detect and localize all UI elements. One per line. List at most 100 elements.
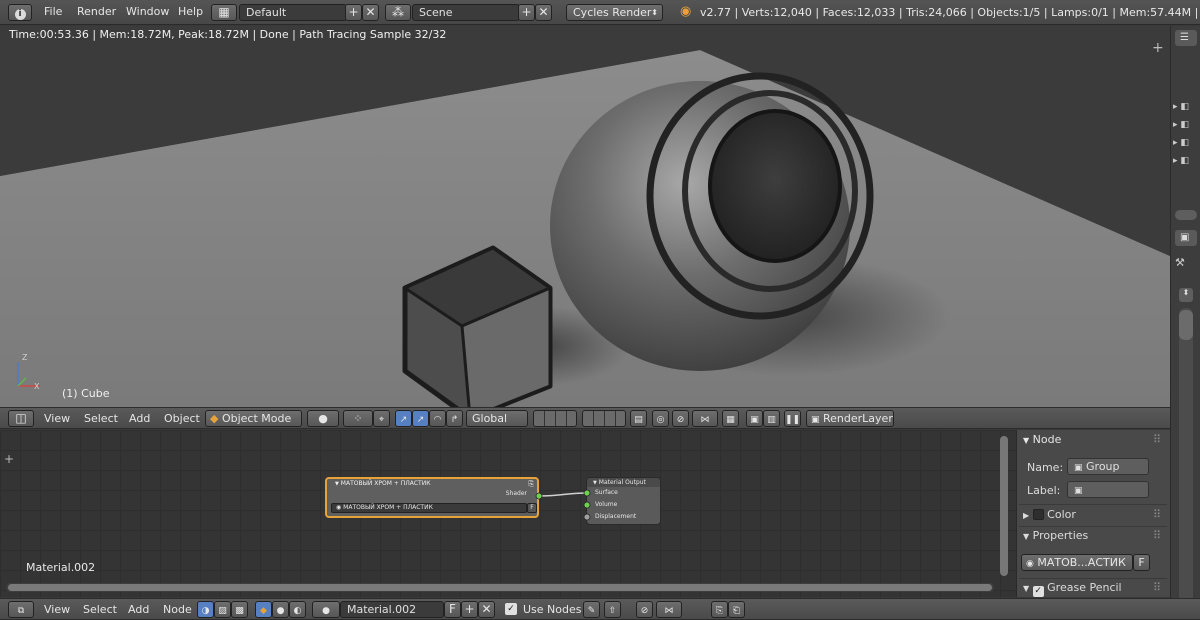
restrict-view-icon[interactable]: ▸ ◧ — [1173, 120, 1199, 138]
material-name-field[interactable]: Material.002 — [340, 601, 444, 618]
scale-manipulator-button[interactable]: ◠ — [429, 410, 446, 427]
node-editor-h-scrollbar[interactable] — [6, 583, 994, 592]
delete-scene-button[interactable]: ✕ — [535, 4, 552, 21]
mode-dropdown[interactable]: ◆ Object Mode — [205, 410, 302, 427]
menu-help[interactable]: Help — [178, 5, 203, 18]
panel-color-header[interactable]: ▶ Color ⠿ — [1023, 508, 1165, 526]
node-editor-canvas[interactable]: + ▼ МАТОВЫЙ ХРОМ + ПЛАСТИК ⎘ Shader ◉ МА… — [0, 430, 1016, 597]
transform-orientation-dropdown[interactable]: Global — [466, 410, 528, 427]
delete-screen-button[interactable]: ✕ — [362, 4, 379, 21]
world-shader-button[interactable]: ● — [272, 601, 289, 618]
editor-type-node-button[interactable]: ⧉ — [8, 601, 34, 618]
parent-node-tree-button[interactable]: ⇧ — [604, 601, 621, 618]
use-nodes-checkbox[interactable]: ✓ — [505, 603, 517, 615]
object-shader-button[interactable]: ◆ — [255, 601, 272, 618]
drag-handle-icon[interactable]: ⠿ — [1153, 508, 1161, 521]
pin-button[interactable]: ✎ — [583, 601, 600, 618]
snap-element-dropdown[interactable]: ⋈ — [656, 601, 682, 618]
editor-type-info-button[interactable]: i — [8, 4, 32, 21]
paste-nodes-button[interactable]: ⎗ — [728, 601, 745, 618]
add-screen-button[interactable]: + — [345, 4, 362, 21]
editor-type-3dview-button[interactable]: ◫ — [8, 410, 34, 427]
node-menu-node[interactable]: Node — [163, 603, 192, 616]
scroll-up-down-button[interactable]: ⬍ — [1179, 288, 1193, 302]
render-layer-icon: ▣ — [811, 415, 820, 425]
material-browse-button[interactable]: ● — [312, 601, 340, 618]
properties-fake-user-button[interactable]: F — [1133, 554, 1150, 571]
shader-nodes-button[interactable]: ◑ — [197, 601, 214, 618]
node-tree-icon: ◉ — [1026, 559, 1034, 569]
menu-file[interactable]: File — [44, 5, 62, 18]
compositing-nodes-button[interactable]: ▨ — [214, 601, 231, 618]
arrow-up-icon: ⇧ — [608, 606, 617, 616]
panel-color-title: Color — [1047, 508, 1076, 521]
pivot-point-dropdown[interactable]: ⁘ — [343, 410, 373, 427]
rotate-manipulator-button[interactable]: ↗ — [412, 410, 429, 427]
panel-node-header[interactable]: ▼ Node ⠿ — [1023, 433, 1165, 453]
restrict-view-icon[interactable]: ▸ ◧ — [1173, 102, 1199, 120]
group-datablock-dropdown[interactable]: ◉ МАТОВ...АСТИК — [1021, 554, 1133, 571]
scene-field[interactable]: Scene — [412, 4, 520, 21]
render-engine-dropdown[interactable]: Cycles Render ⬍ — [566, 4, 663, 21]
3d-menu-add[interactable]: Add — [129, 412, 150, 425]
transform-orientation-icon[interactable]: ↱ — [446, 410, 463, 427]
snap-target-button[interactable]: ▦ — [722, 410, 739, 427]
opengl-render-button[interactable]: ▣ — [746, 410, 763, 427]
screen-layout-icon-button[interactable]: ▦ — [211, 4, 237, 21]
viewport-shading-dropdown[interactable]: ● — [307, 410, 339, 427]
3d-viewport-render[interactable]: Time:00:53.36 | Mem:18.72M, Peak:18.72M … — [0, 26, 1170, 407]
right-side-strip: ☰ ▸ ◧ ▸ ◧ ▸ ◧ ▸ ◧ ▣ ⚒ ⬍ — [1170, 26, 1200, 616]
panel-grease-pencil-header[interactable]: ▼ ✓ Grease Pencil ⠿ — [1023, 581, 1165, 599]
layer-buttons-group-1[interactable] — [533, 410, 577, 427]
pause-render-button[interactable]: ❚❚ — [784, 410, 801, 427]
wrench-icon[interactable]: ⚒ — [1175, 256, 1185, 269]
restrict-view-icon[interactable]: ▸ ◧ — [1173, 156, 1199, 174]
proportional-edit-button[interactable]: ◎ — [652, 410, 669, 427]
node-editor-v-scrollbar[interactable] — [1000, 436, 1008, 576]
drag-handle-icon[interactable]: ⠿ — [1153, 529, 1161, 542]
add-scene-button[interactable]: + — [518, 4, 535, 21]
menu-render[interactable]: Render — [77, 5, 116, 18]
scene-icon: ⁂ — [392, 5, 404, 19]
node-menu-view[interactable]: View — [44, 603, 70, 616]
menu-window[interactable]: Window — [126, 5, 169, 18]
manipulator-toggle[interactable]: ⌖ — [373, 410, 390, 427]
new-material-button[interactable]: + — [461, 601, 478, 618]
node-menu-select[interactable]: Select — [83, 603, 117, 616]
layer-buttons-group-2[interactable] — [582, 410, 626, 427]
color-checkbox[interactable] — [1032, 509, 1044, 520]
restrict-view-icon[interactable]: ▸ ◧ — [1173, 138, 1199, 156]
outliner-scrollbar[interactable] — [1175, 210, 1197, 220]
snap-element-dropdown[interactable]: ⋈ — [692, 410, 718, 427]
node-label-field[interactable]: ▣ — [1067, 481, 1149, 498]
layers-icon: ▤ — [634, 415, 643, 425]
region-toggle-plus-icon[interactable]: + — [1152, 40, 1164, 56]
linestyle-shader-button[interactable]: ◐ — [289, 601, 306, 618]
properties-editor-button[interactable]: ▣ — [1175, 230, 1197, 246]
properties-scrollbar[interactable] — [1179, 308, 1193, 608]
copy-nodes-button[interactable]: ⎘ — [711, 601, 728, 618]
render-layer-field[interactable]: ▣ RenderLayer — [806, 410, 894, 427]
translate-manipulator-button[interactable]: ↗ — [395, 410, 412, 427]
node-menu-add[interactable]: Add — [128, 603, 149, 616]
unlink-material-button[interactable]: ✕ — [478, 601, 495, 618]
3d-menu-view[interactable]: View — [44, 412, 70, 425]
outliner-editor-button[interactable]: ☰ — [1175, 30, 1197, 46]
drag-handle-icon[interactable]: ⠿ — [1153, 433, 1161, 446]
3d-menu-select[interactable]: Select — [84, 412, 118, 425]
screen-layout-field[interactable]: Default — [239, 4, 347, 21]
scene-icon-button[interactable]: ⁂ — [385, 4, 411, 21]
scrollbar-thumb[interactable] — [8, 584, 992, 591]
texture-nodes-button[interactable]: ▩ — [231, 601, 248, 618]
3d-menu-object[interactable]: Object — [164, 412, 200, 425]
material-fake-user-button[interactable]: F — [444, 601, 461, 618]
scrollbar-thumb[interactable] — [1179, 310, 1193, 340]
panel-properties-header[interactable]: ▼ Properties ⠿ — [1023, 529, 1165, 547]
lock-layers-button[interactable]: ▤ — [630, 410, 647, 427]
node-name-field[interactable]: ▣ Group — [1067, 458, 1149, 475]
snap-toggle-button[interactable]: ⊘ — [636, 601, 653, 618]
grease-pencil-checkbox[interactable]: ✓ — [1032, 586, 1044, 597]
snap-toggle-button[interactable]: ⊘ — [672, 410, 689, 427]
opengl-animation-button[interactable]: ▥ — [763, 410, 780, 427]
drag-handle-icon[interactable]: ⠿ — [1153, 581, 1161, 594]
